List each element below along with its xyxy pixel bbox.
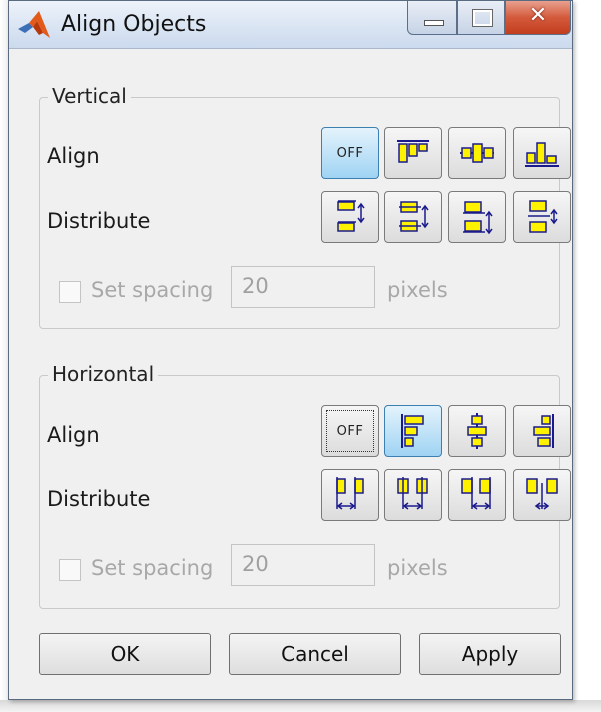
horizontal-distribute-center-button[interactable] — [384, 469, 442, 521]
vertical-distribute-middle-button[interactable] — [384, 191, 442, 243]
distribute-top-icon — [337, 200, 365, 232]
align-center-icon — [467, 413, 487, 449]
align-right-icon — [533, 414, 554, 448]
horizontal-distribute-right-button[interactable] — [448, 469, 506, 521]
vertical-distribute-bottom-button[interactable] — [448, 191, 506, 243]
vertical-align-bottom-button[interactable] — [513, 127, 571, 179]
maximize-icon — [472, 9, 493, 27]
distribute-left-icon — [336, 477, 364, 510]
vertical-distribute-gaps-button[interactable] — [513, 191, 571, 243]
apply-button[interactable]: Apply — [419, 633, 561, 675]
title-bar[interactable]: Align Objects ✕ — [9, 1, 572, 49]
horizontal-distribute-gaps-button[interactable] — [513, 469, 571, 521]
horizontal-set-spacing-label: Set spacing — [91, 556, 214, 580]
vertical-set-spacing-label: Set spacing — [91, 278, 214, 302]
background-strip-bottom — [0, 700, 601, 712]
vertical-align-middle-button[interactable] — [448, 127, 506, 179]
off-label: OFF — [336, 145, 364, 161]
horizontal-distribute-label: Distribute — [47, 487, 151, 511]
vertical-spacing-field[interactable]: 20 — [231, 266, 375, 308]
vertical-legend: Vertical — [48, 84, 131, 108]
matlab-logo-icon — [18, 11, 50, 38]
vertical-align-label: Align — [47, 144, 100, 168]
horizontal-legend: Horizontal — [48, 362, 159, 386]
distribute-middle-icon — [399, 201, 429, 232]
vertical-distribute-label: Distribute — [47, 209, 151, 233]
horizontal-align-label: Align — [47, 423, 100, 447]
ok-button[interactable]: OK — [39, 633, 211, 675]
cancel-button[interactable]: Cancel — [229, 633, 401, 675]
align-middle-icon — [460, 143, 494, 163]
distribute-gaps-icon — [526, 478, 558, 510]
vertical-set-spacing-checkbox[interactable] — [59, 281, 81, 303]
horizontal-align-right-button[interactable] — [513, 405, 571, 457]
distribute-right-icon — [461, 477, 491, 510]
vertical-align-off-button[interactable]: OFF — [321, 127, 379, 179]
align-objects-dialog: Align Objects ✕ Vertical Align Distribut… — [8, 0, 573, 700]
off-label: OFF — [336, 423, 364, 439]
horizontal-set-spacing-checkbox[interactable] — [59, 559, 81, 581]
align-bottom-icon — [525, 142, 559, 167]
horizontal-align-off-button[interactable]: OFF — [321, 405, 379, 457]
vertical-distribute-top-button[interactable] — [321, 191, 379, 243]
align-top-icon — [397, 140, 429, 163]
minimize-button[interactable] — [407, 1, 457, 35]
minimize-icon — [424, 20, 444, 26]
horizontal-distribute-left-button[interactable] — [321, 469, 379, 521]
vertical-pixels-label: pixels — [387, 278, 448, 302]
distribute-gaps-icon — [528, 200, 558, 233]
distribute-center-icon — [397, 477, 428, 510]
close-icon: ✕ — [528, 3, 548, 28]
align-left-icon — [401, 414, 424, 448]
distribute-bottom-icon — [463, 201, 493, 235]
close-button[interactable]: ✕ — [505, 1, 571, 35]
horizontal-align-left-button[interactable] — [384, 405, 442, 457]
horizontal-align-center-button[interactable] — [448, 405, 506, 457]
vertical-align-top-button[interactable] — [384, 127, 442, 179]
window-title: Align Objects — [61, 12, 207, 37]
horizontal-pixels-label: pixels — [387, 556, 448, 580]
horizontal-spacing-field[interactable]: 20 — [231, 544, 375, 586]
maximize-button[interactable] — [457, 1, 505, 35]
